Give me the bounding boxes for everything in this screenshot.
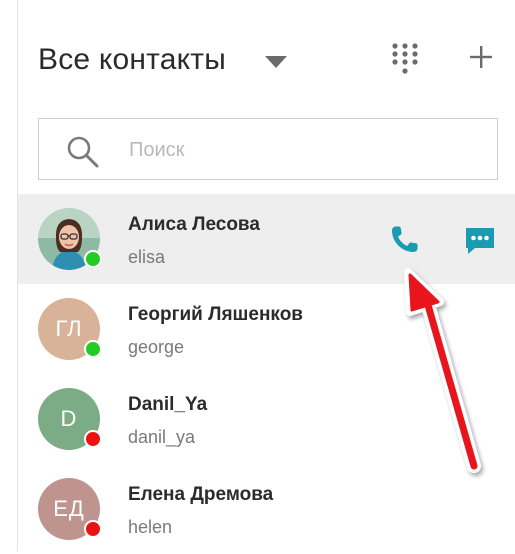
avatar[interactable]: ЕД (38, 478, 102, 540)
avatar[interactable] (38, 208, 102, 270)
plus-icon[interactable] (468, 44, 494, 70)
status-offline-indicator (84, 520, 102, 538)
status-online-indicator (84, 250, 102, 268)
contact-list: Алиса Лесова elisa ГЛ Георгий Ляшенков g… (18, 194, 515, 554)
chat-bubble-icon[interactable] (462, 224, 498, 258)
status-online-indicator (84, 340, 102, 358)
contact-name: Георгий Ляшенков (128, 304, 303, 325)
contact-row[interactable]: Алиса Лесова elisa (18, 194, 515, 284)
contact-login: elisa (128, 247, 166, 267)
avatar[interactable]: D (38, 388, 102, 450)
contact-login: helen (128, 517, 173, 537)
contact-name: Алиса Лесова (128, 214, 260, 235)
search-box[interactable] (38, 118, 498, 180)
contact-row[interactable]: D Danil_Ya danil_ya (18, 374, 515, 464)
caret-down-icon[interactable] (265, 56, 287, 68)
phone-icon[interactable] (386, 222, 422, 258)
contact-row[interactable]: ЕД Елена Дремова helen (18, 464, 515, 554)
contacts-header: Все контакты (18, 0, 515, 110)
avatar[interactable]: ГЛ (38, 298, 102, 360)
contacts-filter-title[interactable]: Все контакты (38, 43, 226, 77)
dialpad-icon[interactable] (390, 42, 420, 76)
contacts-panel: Все контакты Поиск Алиса Лесова elisa ГЛ… (17, 0, 515, 551)
contact-name: Danil_Ya (128, 394, 208, 415)
contact-login: danil_ya (128, 427, 196, 447)
status-offline-indicator (84, 430, 102, 448)
contact-row[interactable]: ГЛ Георгий Ляшенков george (18, 284, 515, 374)
search-input[interactable] (127, 133, 481, 167)
search-icon (67, 136, 99, 168)
contact-name: Елена Дремова (128, 484, 274, 505)
contact-login: george (128, 337, 185, 357)
